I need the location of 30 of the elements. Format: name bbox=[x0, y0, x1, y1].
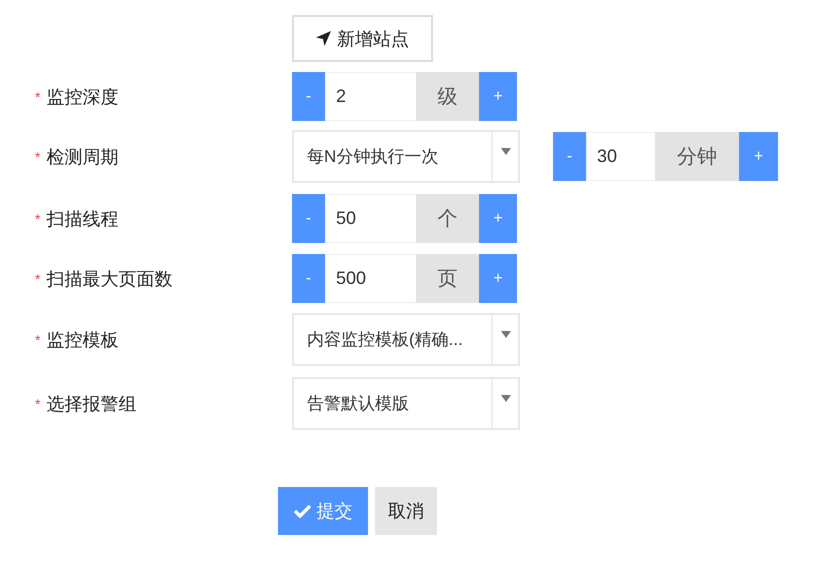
caret-icon bbox=[500, 148, 510, 155]
arrow-icon bbox=[316, 31, 331, 46]
number-field[interactable]: 30 bbox=[586, 132, 655, 181]
field-label: 监控深度 bbox=[46, 86, 118, 108]
field-label: 扫描最大页面数 bbox=[46, 268, 172, 290]
number-field[interactable]: 500 bbox=[325, 254, 416, 303]
unit-label: 个 bbox=[416, 194, 479, 243]
cancel-button[interactable]: 取消 bbox=[375, 487, 437, 535]
unit-label: 页 bbox=[416, 254, 479, 303]
required-mark: * bbox=[35, 88, 40, 104]
required-mark: * bbox=[35, 210, 40, 226]
unit-label: 分钟 bbox=[655, 132, 739, 181]
number-field[interactable]: 2 bbox=[325, 72, 416, 121]
required-mark: * bbox=[35, 148, 40, 164]
field-label: 监控模板 bbox=[46, 328, 118, 352]
field-label: 选择报警组 bbox=[46, 392, 136, 416]
field-label: 扫描线程 bbox=[46, 208, 118, 230]
check-icon bbox=[294, 504, 310, 518]
number-field[interactable]: 50 bbox=[325, 194, 416, 243]
add-site-button[interactable]: 新增站点 bbox=[292, 15, 433, 62]
field-label: 检测周期 bbox=[46, 146, 118, 168]
caret-icon bbox=[500, 395, 510, 402]
required-mark: * bbox=[35, 332, 40, 348]
required-mark: * bbox=[35, 396, 40, 412]
caret-icon bbox=[500, 331, 510, 338]
dropdown-select[interactable]: 每N分钟执行一次 bbox=[292, 130, 520, 183]
dropdown-select[interactable]: 内容监控模板(精确... bbox=[292, 313, 520, 366]
dropdown-select[interactable]: 告警默认模版 bbox=[292, 377, 520, 430]
unit-label: 级 bbox=[416, 72, 479, 121]
required-mark: * bbox=[35, 270, 40, 286]
